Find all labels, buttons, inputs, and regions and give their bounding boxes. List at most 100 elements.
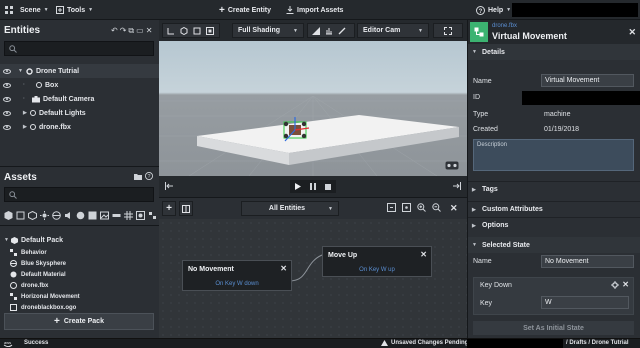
entity-filter-select[interactable]: All Entities ▼ (241, 201, 339, 216)
maximize-viewport-button[interactable] (433, 23, 463, 38)
paste-icon[interactable]: ▭ (136, 26, 146, 35)
graph-layout-button[interactable] (179, 201, 193, 216)
file-icon (10, 304, 17, 311)
close-icon[interactable]: ✕ (280, 264, 287, 273)
asset-list-item[interactable]: drone.fbx (10, 280, 48, 291)
visibility-eye-icon[interactable] (3, 124, 11, 130)
help-menu[interactable]: ? Help ▼ (476, 0, 511, 20)
asset-title: Virtual Movement (492, 31, 567, 41)
description-textarea[interactable]: Description (473, 139, 634, 171)
warning-icon (381, 340, 388, 346)
user-account-box[interactable] (512, 3, 638, 17)
tools-icon (56, 6, 64, 14)
close-icon[interactable]: ✕ (420, 250, 427, 259)
tree-item-drone-tutrial[interactable]: ▼ Drone Tutrial (0, 64, 159, 78)
visibility-eye-icon[interactable] (3, 110, 11, 116)
pause-icon[interactable] (309, 183, 316, 190)
create-entity-button[interactable]: + Create Entity (219, 0, 271, 20)
expand-triangle-icon[interactable]: ▶ (23, 110, 30, 116)
move-tool-icon[interactable] (180, 26, 188, 35)
entities-search-input[interactable] (4, 41, 154, 56)
zoom-in-icon[interactable] (417, 203, 426, 214)
svg-text:aws: aws (4, 340, 11, 345)
help-menu-label: Help (488, 6, 504, 14)
camera-select[interactable]: Editor Cam ▼ (357, 23, 429, 38)
remove-event-icon[interactable]: ✕ (622, 280, 629, 289)
state-node-move-up[interactable]: Move Up ✕ On Key W up (322, 246, 432, 277)
import-assets-button[interactable]: Import Assets (286, 0, 343, 20)
inspector-header: drone.fbx Virtual Movement ✕ (468, 20, 640, 44)
id-value-field[interactable] (522, 91, 640, 105)
vr-headset-icon[interactable] (445, 161, 459, 170)
unsaved-changes-indicator[interactable]: Unsaved Changes Pending (381, 340, 468, 346)
type-value: machine (544, 111, 571, 118)
expand-triangle-icon[interactable]: ▼ (18, 68, 25, 74)
tools-menu-label: Tools (67, 6, 86, 14)
tree-item-drone-fbx[interactable]: ▶ drone.fbx (0, 120, 159, 134)
state-name-field[interactable]: No Movement (541, 255, 634, 268)
collapse-right-icon[interactable] (452, 182, 461, 190)
tree-item-default-camera[interactable]: · Default Camera (0, 92, 159, 106)
custom-attributes-label: Custom Attributes (482, 206, 543, 213)
chevron-down-icon: ▼ (506, 7, 512, 13)
entities-panel: Entities ↶↷⧉▭✕ ▼ Drone Tutrial · Box · D… (0, 20, 159, 166)
state-node-trigger[interactable]: On Key W down (183, 281, 291, 287)
state-node-no-movement[interactable]: No Movement ✕ On Key W down (182, 260, 292, 291)
asset-list-item[interactable]: Default Material (10, 269, 66, 280)
collapse-left-icon[interactable] (165, 182, 174, 190)
close-inspector-icon[interactable]: ✕ (628, 27, 636, 38)
name-field[interactable]: Virtual Movement (541, 74, 634, 87)
visibility-eye-icon[interactable] (3, 68, 11, 74)
rotate-tool-icon[interactable] (193, 27, 201, 35)
options-section-header[interactable]: ▶ Options (468, 217, 640, 233)
visibility-eye-icon[interactable] (3, 96, 11, 102)
tree-item-default-lights[interactable]: ▶ Default Lights (0, 106, 159, 120)
scene-viewport[interactable] (159, 41, 467, 176)
close-graph-icon[interactable]: ✕ (450, 203, 458, 214)
fit-view-icon[interactable] (387, 203, 396, 214)
view-tools (307, 23, 355, 38)
drag-handle-icon[interactable]: · (23, 96, 26, 102)
state-graph-canvas[interactable]: No Movement ✕ On Key W down Move Up ✕ On… (159, 219, 467, 338)
asset-list-item[interactable]: Blue Skysphere (10, 258, 66, 269)
name-label: Name (473, 78, 492, 85)
state-node-trigger[interactable]: On Key W up (323, 267, 431, 273)
scale-tool-icon[interactable] (206, 26, 214, 35)
key-event-label: Key Down (480, 282, 512, 289)
asset-list-item[interactable]: droneblackbox.ogo (10, 302, 76, 311)
asset-type-link[interactable]: drone.fbx (492, 23, 517, 29)
tree-item-box[interactable]: · Box (0, 78, 159, 92)
stop-icon[interactable] (325, 183, 332, 190)
tools-menu[interactable]: Tools ▼ (56, 0, 93, 20)
add-state-button[interactable]: + (162, 201, 176, 216)
drag-handle-icon[interactable]: · (23, 82, 26, 88)
custom-attributes-section-header[interactable]: ▶ Custom Attributes (468, 201, 640, 217)
asset-list-item[interactable]: Behavior (10, 247, 47, 258)
scene-menu[interactable]: Scene ▼ (20, 0, 49, 20)
settings-icon[interactable] (611, 281, 619, 289)
set-initial-state-button[interactable]: Set As Initial State (473, 321, 634, 335)
copy-icon[interactable]: ⧉ (128, 26, 136, 35)
plus-icon: + (166, 203, 172, 214)
play-icon[interactable] (294, 183, 301, 190)
expand-triangle-icon[interactable]: ▶ (23, 124, 30, 130)
breadcrumb[interactable]: / Drafts / Drone Tutrial (566, 340, 629, 346)
grid-toggle-icon[interactable] (312, 26, 320, 35)
shading-select[interactable]: Full Shading ▼ (232, 23, 304, 38)
wand-tool-icon[interactable] (338, 27, 346, 35)
create-pack-button[interactable]: + Create Pack (4, 313, 154, 330)
select-tool-icon[interactable] (167, 27, 175, 35)
entity-circle-icon (36, 82, 42, 88)
delete-icon[interactable]: ✕ (146, 26, 155, 35)
zoom-out-icon[interactable] (432, 203, 441, 214)
selected-state-section-header[interactable]: ▼ Selected State (468, 237, 640, 253)
details-section-header[interactable]: ▼ Details (468, 44, 640, 60)
created-label: Created (473, 126, 498, 133)
key-field[interactable]: W (541, 296, 629, 309)
asset-list-item[interactable]: Horizonal Movement (10, 291, 80, 302)
snap-toggle-icon[interactable] (325, 27, 333, 35)
undo-icon[interactable]: ↶ (111, 26, 120, 35)
visibility-eye-icon[interactable] (3, 82, 11, 88)
tags-section-header[interactable]: ▶ Tags (468, 181, 640, 197)
center-view-icon[interactable] (402, 203, 411, 214)
